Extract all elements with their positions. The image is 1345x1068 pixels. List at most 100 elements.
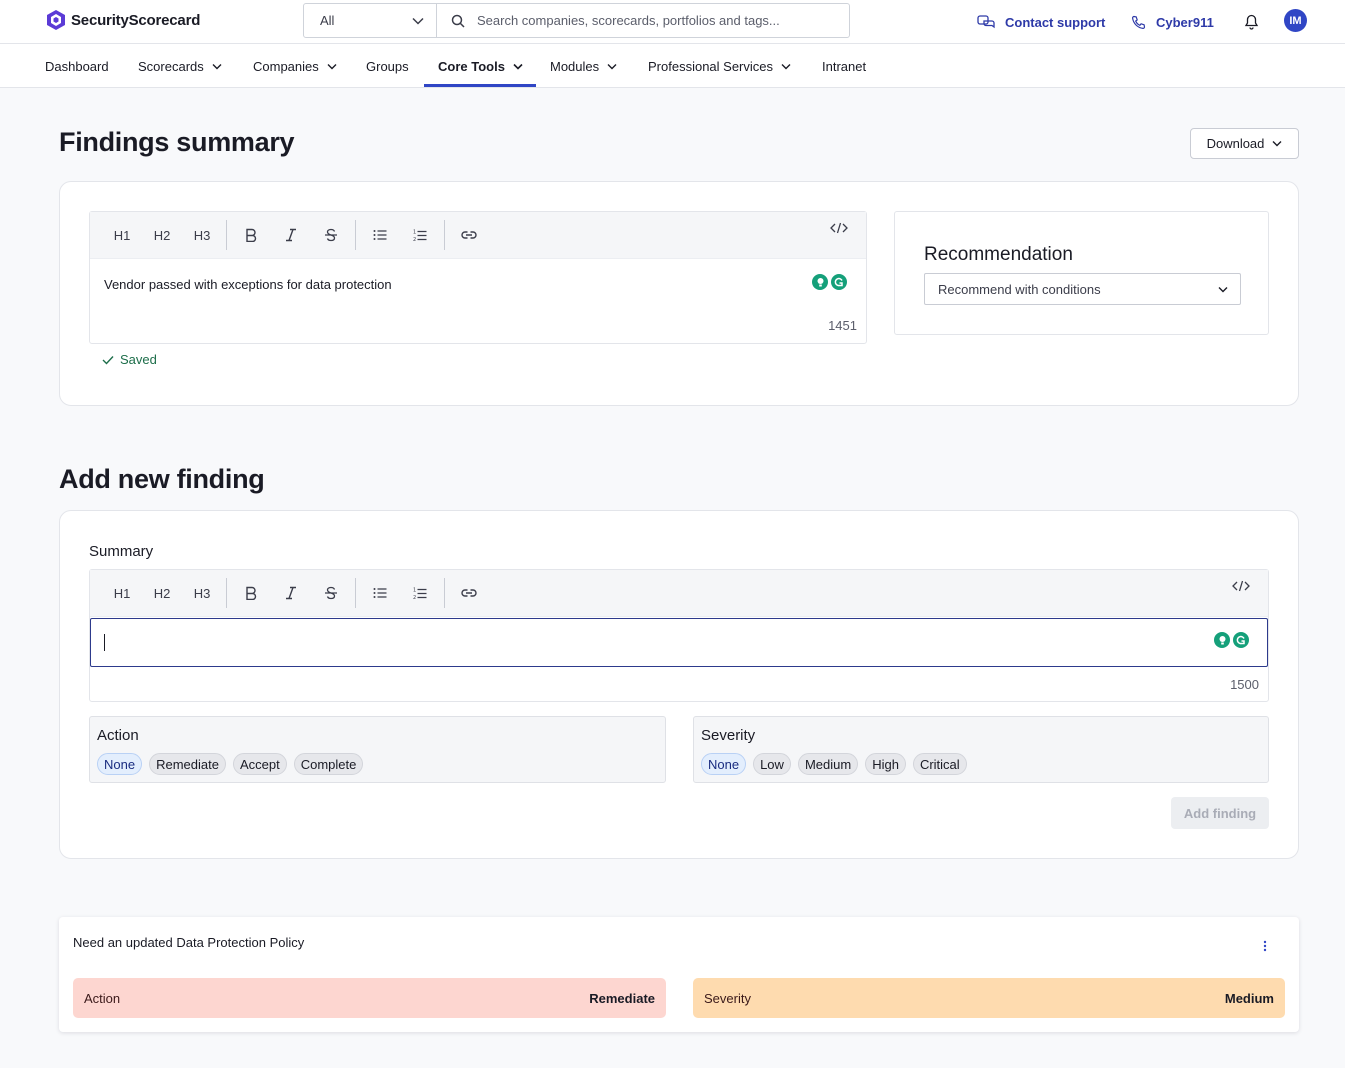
- severity-chip-critical[interactable]: Critical: [912, 753, 967, 775]
- chevron-down-icon: [607, 63, 617, 69]
- action-selector: Action None Remediate Accept Complete: [89, 716, 666, 783]
- saved-label: Saved: [120, 352, 157, 367]
- severity-chip-none[interactable]: None: [701, 753, 747, 775]
- nav-item-scorecards[interactable]: Scorecards: [138, 44, 222, 88]
- search-input[interactable]: [477, 13, 817, 28]
- grammarly-widget[interactable]: [812, 274, 847, 290]
- nav-item-companies[interactable]: Companies: [253, 44, 337, 88]
- finding-action-tag: Action Remediate: [73, 978, 666, 1018]
- text-cursor: [104, 634, 105, 651]
- logo-icon: [47, 10, 65, 30]
- nav-item-groups[interactable]: Groups: [366, 44, 409, 88]
- contact-support-link[interactable]: Contact support: [977, 0, 1105, 44]
- heading1-button[interactable]: H1: [102, 578, 142, 608]
- link-button[interactable]: [449, 578, 489, 608]
- notifications-button[interactable]: [1244, 0, 1259, 44]
- add-finding-title: Add new finding: [59, 464, 265, 494]
- bold-icon: [246, 228, 257, 242]
- lightbulb-icon: [812, 274, 828, 290]
- recommendation-title: Recommendation: [924, 244, 1073, 265]
- cyber911-link[interactable]: Cyber911: [1131, 0, 1214, 44]
- nav-item-dashboard[interactable]: Dashboard: [45, 44, 109, 88]
- bullet-list-button[interactable]: [360, 220, 400, 250]
- toolbar-divider: [226, 578, 227, 608]
- chevron-down-icon: [513, 63, 523, 70]
- finding-action-value: Remediate: [589, 990, 655, 1006]
- bullet-list-button[interactable]: [360, 578, 400, 608]
- grammarly-widget[interactable]: [1214, 632, 1249, 648]
- action-chip-remediate[interactable]: Remediate: [149, 753, 226, 775]
- nav-label: Groups: [366, 58, 409, 74]
- search-scope-value: All: [320, 13, 335, 28]
- bullet-list-icon: [373, 588, 387, 598]
- nav-item-intranet[interactable]: Intranet: [822, 44, 866, 88]
- heading2-button[interactable]: H2: [142, 578, 182, 608]
- finding-summary-input[interactable]: [90, 618, 1268, 667]
- recommendation-value: Recommend with conditions: [938, 281, 1101, 297]
- heading1-button[interactable]: H1: [102, 220, 142, 250]
- contact-support-label: Contact support: [1005, 14, 1106, 30]
- italic-icon: [286, 586, 296, 600]
- link-icon: [461, 589, 477, 597]
- italic-icon: [286, 228, 296, 242]
- bullet-list-icon: [373, 230, 387, 240]
- strikethrough-button[interactable]: [311, 220, 351, 250]
- active-tab-indicator: [424, 84, 536, 87]
- severity-selector: Severity None Low Medium High Critical: [693, 716, 1269, 783]
- finding-severity-tag: Severity Medium: [693, 978, 1285, 1018]
- recommendation-panel: Recommendation Recommend with conditions: [894, 211, 1269, 335]
- finding-card: Need an updated Data Protection Policy A…: [59, 917, 1299, 1032]
- code-view-button[interactable]: [1232, 579, 1250, 597]
- grammarly-icon: [831, 274, 847, 290]
- code-view-button[interactable]: [830, 221, 848, 239]
- phone-icon: [1131, 15, 1146, 29]
- chevron-down-icon: [781, 63, 791, 69]
- severity-chip-medium[interactable]: Medium: [797, 753, 859, 775]
- numbered-list-button[interactable]: 12: [400, 578, 440, 608]
- nav-label: Companies: [253, 58, 319, 74]
- heading3-button[interactable]: H3: [182, 220, 222, 250]
- summary-label: Summary: [89, 543, 154, 560]
- search-icon: [451, 14, 465, 28]
- more-options-button[interactable]: [1263, 939, 1267, 957]
- toolbar-divider: [355, 578, 356, 608]
- chevron-down-icon: [412, 17, 424, 25]
- brand-name: SecurityScorecard: [71, 11, 201, 29]
- strikethrough-icon: [325, 586, 337, 600]
- bold-button[interactable]: [231, 220, 271, 250]
- italic-button[interactable]: [271, 220, 311, 250]
- action-chip-accept[interactable]: Accept: [232, 753, 287, 775]
- severity-chip-high[interactable]: High: [865, 753, 906, 775]
- nav-item-professional-services[interactable]: Professional Services: [648, 44, 791, 88]
- severity-label: Severity: [701, 727, 756, 744]
- toolbar-divider: [444, 220, 445, 250]
- recommendation-select[interactable]: Recommend with conditions: [924, 273, 1241, 305]
- download-button[interactable]: Download: [1190, 128, 1299, 159]
- search-field: [437, 4, 849, 37]
- user-avatar[interactable]: IM: [1284, 9, 1307, 32]
- action-chip-none[interactable]: None: [97, 753, 143, 775]
- editor-toolbar: H1 H2 H3 12: [90, 212, 866, 259]
- nav-label: Professional Services: [648, 58, 773, 74]
- heading3-button[interactable]: H3: [182, 578, 222, 608]
- action-chip-complete[interactable]: Complete: [293, 753, 364, 775]
- italic-button[interactable]: [271, 578, 311, 608]
- findings-summary-title: Findings summary: [59, 127, 295, 157]
- finding-summary-editor: H1 H2 H3 12 1500: [89, 569, 1269, 702]
- heading2-button[interactable]: H2: [142, 220, 182, 250]
- finding-title: Need an updated Data Protection Policy: [73, 935, 305, 950]
- search-scope-select[interactable]: All: [304, 4, 437, 37]
- add-finding-button[interactable]: Add finding: [1171, 797, 1269, 829]
- severity-chip-low[interactable]: Low: [753, 753, 791, 775]
- nav-item-modules[interactable]: Modules: [550, 44, 617, 88]
- toolbar-divider: [444, 578, 445, 608]
- summary-text[interactable]: Vendor passed with exceptions for data p…: [104, 277, 392, 292]
- link-button[interactable]: [449, 220, 489, 250]
- brand-logo[interactable]: SecurityScorecard: [45, 9, 200, 31]
- numbered-list-icon: 12: [413, 587, 427, 600]
- chat-icon: [977, 14, 995, 28]
- bold-button[interactable]: [231, 578, 271, 608]
- nav-item-core-tools[interactable]: Core Tools: [438, 44, 523, 88]
- strikethrough-button[interactable]: [311, 578, 351, 608]
- numbered-list-button[interactable]: 12: [400, 220, 440, 250]
